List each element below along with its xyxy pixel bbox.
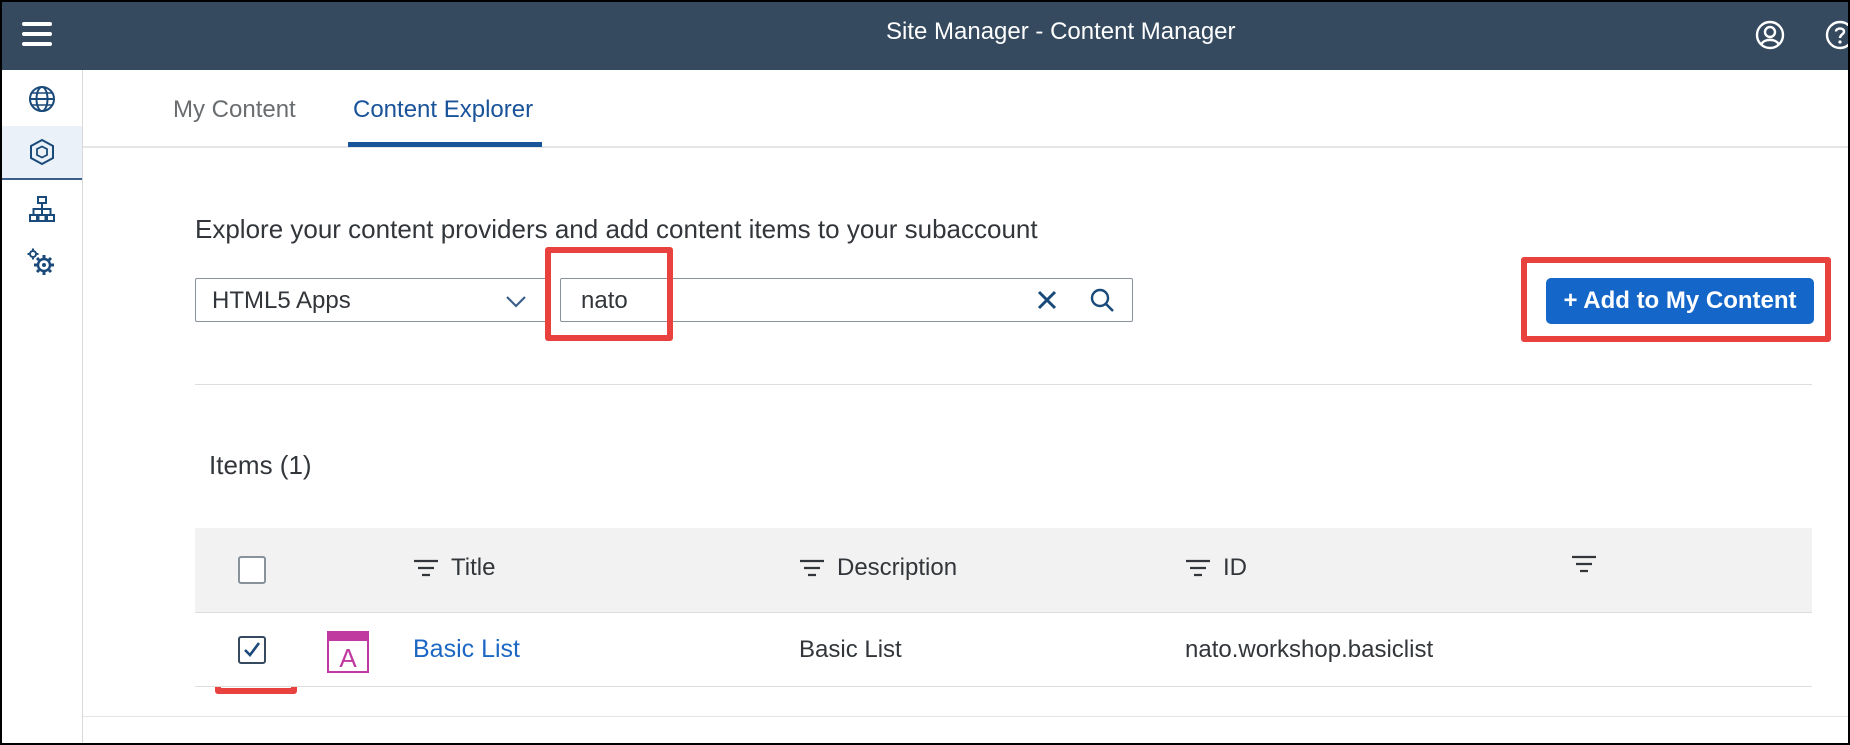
sidenav-item-hierarchy[interactable] bbox=[2, 182, 82, 236]
filter-icon bbox=[1186, 559, 1210, 577]
search-input-value: nato bbox=[581, 287, 628, 314]
app-title: Site Manager - Content Manager bbox=[886, 18, 1236, 45]
sidenav-item-settings[interactable] bbox=[2, 236, 82, 290]
table-header: Title Description ID bbox=[195, 528, 1812, 613]
help-icon[interactable] bbox=[1824, 19, 1848, 56]
tab-bar: My Content Content Explorer bbox=[83, 70, 1848, 148]
sidenav-item-sites[interactable] bbox=[2, 72, 82, 126]
filter-icon bbox=[1572, 555, 1596, 573]
content-provider-select[interactable]: HTML5 Apps bbox=[195, 278, 545, 322]
row-id: nato.workshop.basiclist bbox=[1185, 636, 1434, 663]
items-count-title: Items (1) bbox=[209, 450, 312, 480]
side-navigation bbox=[2, 70, 83, 743]
column-title-label: Title bbox=[451, 554, 496, 581]
bottom-divider bbox=[83, 716, 1848, 717]
column-header-description[interactable]: Description bbox=[799, 554, 957, 582]
filter-icon bbox=[800, 559, 824, 577]
explorer-description: Explore your content providers and add c… bbox=[195, 214, 1038, 244]
hierarchy-icon bbox=[29, 196, 55, 222]
checkmark-icon bbox=[244, 642, 261, 657]
column-header-id[interactable]: ID bbox=[1185, 554, 1247, 582]
filter-icon bbox=[414, 559, 438, 577]
tab-my-content[interactable]: My Content bbox=[173, 96, 296, 124]
row-title-link[interactable]: Basic List bbox=[413, 635, 520, 664]
add-to-my-content-button[interactable]: + Add to My Content bbox=[1546, 278, 1814, 324]
app-window: Site Manager - Content Manager My Conten… bbox=[0, 0, 1850, 745]
column-header-title[interactable]: Title bbox=[413, 554, 495, 582]
shell-bar: Site Manager - Content Manager bbox=[2, 2, 1848, 70]
cube-icon bbox=[30, 138, 54, 166]
search-input[interactable]: nato bbox=[560, 278, 1133, 322]
row-select-checkbox[interactable] bbox=[238, 636, 266, 664]
active-tab-indicator bbox=[348, 142, 542, 147]
search-icon[interactable] bbox=[1089, 287, 1115, 318]
hamburger-menu-icon[interactable] bbox=[22, 22, 62, 52]
row-description: Basic List bbox=[799, 636, 902, 663]
provider-select-value: HTML5 Apps bbox=[212, 287, 351, 314]
chevron-down-icon[interactable] bbox=[504, 289, 528, 318]
tab-content-explorer[interactable]: Content Explorer bbox=[353, 96, 533, 124]
section-divider bbox=[195, 384, 1812, 385]
column-description-label: Description bbox=[837, 554, 958, 581]
table-row[interactable]: A Basic List Basic List nato.workshop.ba… bbox=[195, 614, 1812, 687]
svg-text:A: A bbox=[339, 643, 357, 673]
sidenav-item-content[interactable] bbox=[2, 126, 82, 180]
settings-gears-icon bbox=[27, 248, 54, 275]
select-all-checkbox[interactable] bbox=[238, 556, 266, 584]
column-header-extra[interactable] bbox=[1571, 554, 1597, 574]
globe-icon bbox=[29, 86, 55, 112]
html5-app-icon: A bbox=[326, 630, 370, 679]
column-id-label: ID bbox=[1223, 554, 1247, 581]
user-profile-icon[interactable] bbox=[1754, 19, 1786, 56]
clear-search-icon[interactable] bbox=[1035, 288, 1059, 317]
